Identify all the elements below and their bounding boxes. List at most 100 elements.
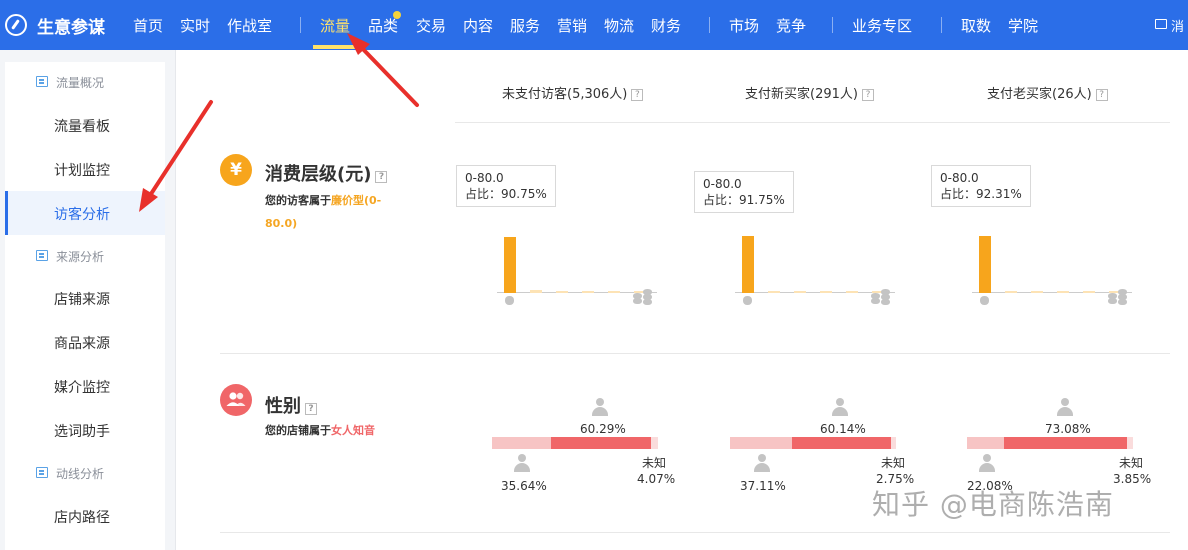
chart-bar[interactable] [1057,291,1069,293]
nav-home[interactable]: 首页 [133,15,163,36]
sidebar-item-store-source[interactable]: 店铺来源 [54,289,110,309]
chart-bar[interactable] [820,291,832,293]
coin-stack-icon [871,289,893,305]
nav-academy[interactable]: 学院 [1008,15,1038,36]
chart-bar[interactable] [846,291,858,293]
female-icon [590,398,610,418]
annotation-arrow-nav [357,43,419,107]
female-segment [791,437,892,449]
top-navbar: 生意参谋 首页 实时 作战室 流量 品类 交易 内容 服务 营销 物流 财务 市… [0,0,1188,50]
nav-data-fetch[interactable]: 取数 [961,15,991,36]
unknown-segment [1126,437,1133,449]
gender-description: 您的店铺属于女人知音 [265,424,375,437]
coin-icon [980,296,989,305]
unknown-percent: 4.07% [637,472,676,486]
envelope-icon[interactable] [1155,19,1167,29]
sidebar-item-store-path[interactable]: 店内路径 [54,507,110,527]
column-header-new-buyers: 支付新买家(291人)? [745,83,874,102]
chart-bar[interactable] [794,291,806,293]
yuan-icon: ¥ [220,154,252,186]
nav-marketing[interactable]: 营销 [557,15,587,36]
message-label[interactable]: 消 [1171,16,1184,35]
nav-market[interactable]: 市场 [729,15,759,36]
chart-bar[interactable] [582,291,594,293]
help-icon[interactable]: ? [1095,89,1108,101]
nav-traffic[interactable]: 流量 [320,15,350,36]
app-brand[interactable]: 生意参谋 [37,13,105,38]
nav-new-dot [393,11,401,19]
male-segment [730,437,792,449]
gender-chart-unpaid: 60.29% 未知 35.64% 4.07% [492,396,682,496]
chart-bar[interactable] [742,236,754,293]
unknown-segment [891,437,896,449]
chart-bar[interactable] [1083,291,1095,293]
sidebar-item-visitor-analysis[interactable]: 访客分析 [54,204,110,224]
nav-realtime[interactable]: 实时 [180,15,210,36]
help-icon[interactable]: ? [375,171,388,183]
female-percent: 60.29% [580,422,626,436]
gender-title: 性别? [265,392,317,418]
nav-divider [832,17,833,33]
male-icon [752,454,772,474]
coin-stack-icon [1108,289,1130,305]
sidebar-group-source-analysis: 来源分析 [56,250,105,264]
unknown-label: 未知 [881,456,906,470]
nav-divider [300,17,301,33]
chart-tooltip: 0-80.0 占比：91.75% [694,171,794,213]
users-icon [220,384,252,416]
chart-bar[interactable] [979,235,991,293]
nav-divider [941,17,942,33]
consumption-chart-new [735,225,895,305]
help-icon[interactable]: ? [305,403,317,415]
sidebar-item-media-monitor[interactable]: 媒介监控 [54,377,110,397]
nav-divider [709,17,710,33]
male-icon [977,454,997,474]
column-header-label: 未支付访客(5,306人) [502,87,628,102]
sidebar-item-keyword-helper[interactable]: 选词助手 [54,421,110,441]
chart-bar[interactable] [1031,291,1043,293]
nav-service[interactable]: 服务 [510,15,540,36]
coin-icon [505,296,514,305]
help-icon[interactable]: ? [861,89,874,101]
unknown-percent: 3.85% [1113,472,1152,486]
female-segment [1004,437,1127,449]
nav-business-zone[interactable]: 业务专区 [852,15,912,36]
consumption-chart-returning [972,225,1132,305]
consumption-description: 您的访客属于廉价型(0-80.0) [265,194,382,230]
nav-finance[interactable]: 财务 [651,15,681,36]
chart-tooltip: 0-80.0 占比：92.31% [931,165,1031,207]
sidebar-item-product-source[interactable]: 商品来源 [54,333,110,353]
nav-competition[interactable]: 竞争 [776,15,806,36]
divider [220,353,1170,354]
nav-logistics[interactable]: 物流 [604,15,634,36]
gender-bar [492,437,658,449]
male-segment [967,437,1005,449]
chart-bar[interactable] [1005,290,1017,293]
sidebar-item-plan-monitor[interactable]: 计划监控 [54,160,110,180]
column-header-label: 支付老买家(26人) [987,87,1092,102]
nav-category[interactable]: 品类 [368,15,398,36]
nav-content[interactable]: 内容 [463,15,493,36]
document-icon [36,467,48,478]
consumption-title: 消费层级(元)? [265,160,388,186]
sidebar-group-path-analysis: 动线分析 [56,467,105,481]
chart-bar[interactable] [504,236,516,293]
chart-bar[interactable] [768,290,780,293]
male-percent: 35.64% [501,479,547,493]
nav-war-room[interactable]: 作战室 [227,15,272,36]
gender-bar [730,437,896,449]
sidebar-divider [175,50,176,550]
nav-active-indicator [313,45,361,49]
help-icon[interactable]: ? [631,89,644,101]
sidebar-item-traffic-board[interactable]: 流量看板 [54,116,110,136]
chart-bar[interactable] [530,290,542,293]
nav-trade[interactable]: 交易 [416,15,446,36]
consumption-chart-unpaid [497,225,657,305]
chart-bar[interactable] [556,291,568,293]
female-percent: 73.08% [1045,422,1091,436]
gender-chart-new: 60.14% 未知 37.11% 2.75% [730,396,920,496]
chart-bar[interactable] [608,291,620,293]
female-percent: 60.14% [820,422,866,436]
compass-logo-icon[interactable] [5,14,27,36]
column-header-unpaid-visitors: 未支付访客(5,306人)? [502,83,644,102]
